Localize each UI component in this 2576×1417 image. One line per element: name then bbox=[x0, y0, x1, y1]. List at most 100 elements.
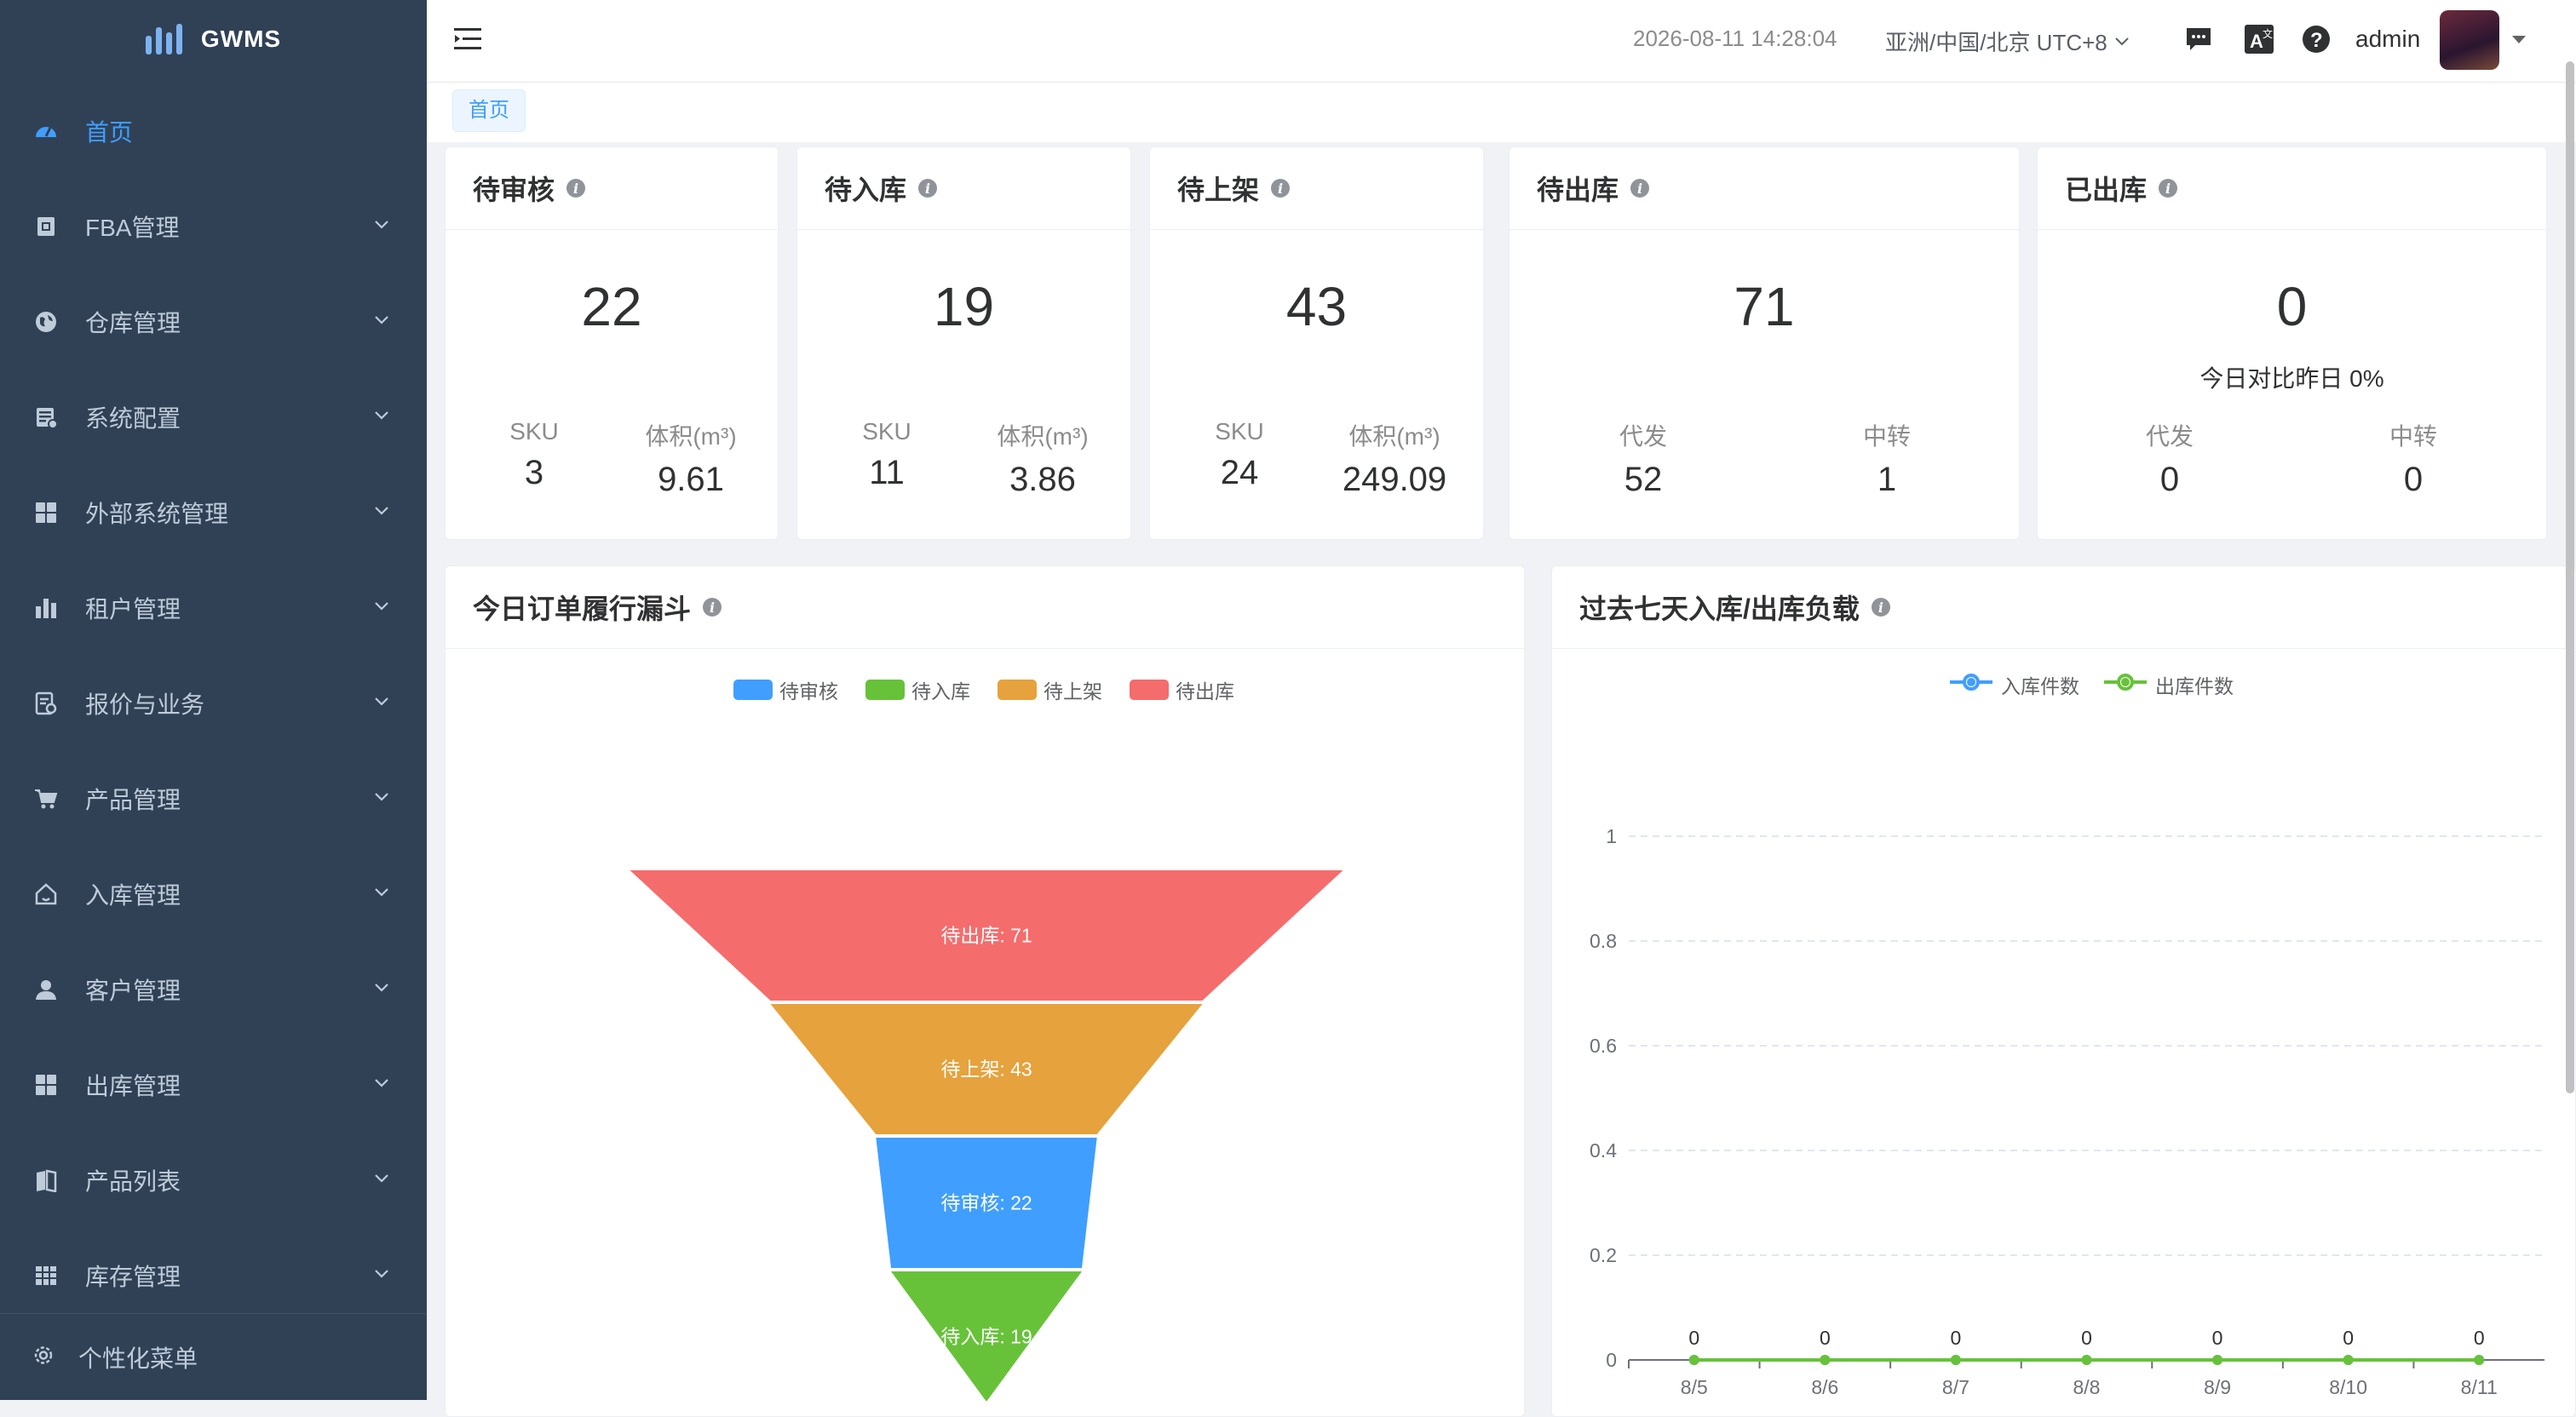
data-point[interactable] bbox=[2212, 1355, 2223, 1365]
tag-home[interactable]: 首页 bbox=[452, 89, 526, 132]
load-line-chart: 0 0.2 0.4 0.6 0.8 1 8/5 8/6 8/7 8/8 8/9 8/10 8/11 0 0 0… bbox=[1590, 825, 2544, 1398]
chevron-down-icon bbox=[374, 791, 389, 806]
sidebar-item[interactable]: 入库管理 bbox=[0, 846, 427, 942]
avatar[interactable] bbox=[2440, 10, 2499, 70]
sidebar-item-label: 产品管理 bbox=[85, 787, 181, 813]
stat-card-header: 待入库 i bbox=[797, 147, 1130, 230]
stat-card-title: 待审核 bbox=[473, 175, 555, 205]
data-point[interactable] bbox=[2081, 1355, 2092, 1365]
stat-card-value: 0 bbox=[2276, 276, 2308, 337]
translate-icon[interactable]: A文 bbox=[2244, 24, 2274, 54]
chevron-down-icon bbox=[374, 886, 389, 902]
sidebar-item[interactable]: 库存管理 bbox=[0, 1228, 427, 1323]
sidebar-item-label: 客户管理 bbox=[85, 978, 181, 1004]
info-icon[interactable]: i bbox=[2159, 179, 2178, 198]
data-point[interactable] bbox=[1820, 1355, 1831, 1365]
data-label: 0 bbox=[2212, 1327, 2223, 1349]
user-icon bbox=[32, 976, 60, 1003]
sidebar-item[interactable]: 客户管理 bbox=[0, 942, 427, 1037]
stat-card-value: 19 bbox=[933, 276, 995, 337]
sidebar-item[interactable]: 产品列表 bbox=[0, 1133, 427, 1228]
chevron-down-icon bbox=[374, 1173, 389, 1188]
sidebar-item-label: 首页 bbox=[85, 119, 134, 146]
x-tick-label: 8/5 bbox=[1681, 1376, 1708, 1398]
info-icon[interactable]: i bbox=[918, 179, 938, 198]
stat-item-label: 中转 bbox=[2389, 423, 2437, 450]
stat-item: SKU 3 bbox=[449, 418, 619, 492]
info-icon[interactable]: i bbox=[1871, 598, 1890, 617]
stat-item: 体积(m³) 9.61 bbox=[606, 418, 776, 499]
message-icon[interactable] bbox=[2183, 24, 2214, 54]
home-icon bbox=[32, 881, 60, 908]
load-chart-header: 过去七天入库/出库负载 i bbox=[1552, 566, 2575, 649]
data-point[interactable] bbox=[2474, 1355, 2485, 1365]
sidebar-item[interactable]: 首页 bbox=[0, 83, 427, 179]
stat-card-title: 待上架 bbox=[1177, 175, 1260, 205]
stat-item-label: 体积(m³) bbox=[645, 423, 737, 450]
stat-item-value: 24 bbox=[1220, 454, 1259, 491]
app-logo[interactable]: GWMS bbox=[0, 0, 427, 78]
info-icon[interactable]: i bbox=[1271, 179, 1291, 198]
data-label: 0 bbox=[1820, 1327, 1831, 1349]
username[interactable]: admin bbox=[2355, 26, 2420, 53]
sidebar: GWMS 首页 FBA管理仓库管理 系统配置外部系统管理租户管理报价与业务产品管理入… bbox=[0, 0, 427, 1400]
svg-text:?: ? bbox=[2310, 29, 2323, 52]
load-chart-title: 过去七天入库/出库负载 bbox=[1579, 594, 1860, 624]
chevron-down-icon bbox=[374, 1268, 389, 1283]
stat-card-header: 待审核 i bbox=[446, 147, 778, 230]
sidebar-item-label: 入库管理 bbox=[85, 882, 181, 909]
stat-item-value: 1 bbox=[1877, 461, 1897, 498]
hamburger-icon[interactable] bbox=[454, 26, 483, 56]
stat-card-header: 已出库 i bbox=[2038, 147, 2546, 230]
stat-item-value: 11 bbox=[869, 454, 905, 491]
quote-icon bbox=[32, 690, 60, 717]
sidebar-item[interactable]: 租户管理 bbox=[0, 560, 427, 656]
bar-chart-icon bbox=[32, 594, 60, 622]
stat-item-value: 0 bbox=[2403, 461, 2424, 498]
data-point[interactable] bbox=[1950, 1355, 1961, 1365]
chevron-down-icon bbox=[374, 314, 389, 330]
chevron-down-icon bbox=[374, 696, 389, 711]
data-label: 0 bbox=[2081, 1327, 2092, 1349]
stat-item-label: SKU bbox=[862, 418, 911, 445]
sidebar-item-label: FBA管理 bbox=[85, 215, 180, 241]
stat-item-label: 代发 bbox=[1619, 423, 1667, 450]
data-point[interactable] bbox=[2343, 1355, 2354, 1365]
page-scrollbar[interactable] bbox=[2566, 61, 2574, 1093]
x-tick-label: 8/10 bbox=[2329, 1376, 2367, 1398]
sidebar-item[interactable]: 系统配置 bbox=[0, 370, 427, 465]
timezone-select[interactable]: 亚洲/中国/北京 UTC+8 bbox=[1885, 26, 2130, 57]
info-icon[interactable]: i bbox=[1630, 179, 1650, 198]
app-name: GWMS bbox=[200, 26, 282, 52]
sidebar-item[interactable]: 产品管理 bbox=[0, 751, 427, 846]
sidebar-item[interactable]: 外部系统管理 bbox=[0, 465, 427, 560]
y-tick-label: 1 bbox=[1606, 825, 1617, 847]
help-icon[interactable]: ? bbox=[2301, 24, 2332, 54]
sidebar-item[interactable]: FBA管理 bbox=[0, 179, 427, 274]
funnel-chart-header: 今日订单履行漏斗 i bbox=[446, 566, 1524, 649]
load-chart-card: 过去七天入库/出库负载 i 入库件数 出库件数 0 0.2 0.4 0.6 0.8 1 8/5… bbox=[1551, 565, 2576, 1417]
stat-item: 代发 52 bbox=[1558, 418, 1728, 499]
personalize-menu-item[interactable]: 个性化菜单 bbox=[0, 1313, 427, 1401]
funnel-chart-card: 今日订单履行漏斗 i 待审核 待入库 待上架 待出库 待出库: 71 待上架: 43 待审… bbox=[445, 565, 1525, 1417]
y-tick-label: 0.2 bbox=[1590, 1244, 1617, 1266]
gear-icon bbox=[32, 1345, 55, 1371]
y-tick-label: 0.8 bbox=[1590, 930, 1617, 952]
stat-card: 已出库 i 0 今日对比昨日 0% 代发 0 中转 0 bbox=[2037, 146, 2547, 540]
stat-item-value: 3 bbox=[524, 454, 544, 491]
sidebar-item-label: 报价与业务 bbox=[85, 691, 205, 718]
sidebar-item[interactable]: 报价与业务 bbox=[0, 656, 427, 751]
table-icon bbox=[32, 1262, 60, 1289]
stat-item: 代发 0 bbox=[2084, 418, 2255, 499]
sidebar-item[interactable]: 仓库管理 bbox=[0, 274, 427, 370]
info-icon[interactable]: i bbox=[566, 179, 586, 198]
data-label: 0 bbox=[2474, 1327, 2485, 1349]
stat-item-value: 249.09 bbox=[1342, 461, 1447, 498]
sidebar-item[interactable]: 出库管理 bbox=[0, 1037, 427, 1133]
info-icon[interactable]: i bbox=[703, 598, 722, 617]
data-point[interactable] bbox=[1688, 1355, 1699, 1365]
caret-down-icon[interactable] bbox=[2512, 36, 2526, 43]
stat-item: 体积(m³) 3.86 bbox=[957, 418, 1128, 499]
sidebar-item-label: 外部系统管理 bbox=[85, 501, 229, 527]
stat-item-label: 代发 bbox=[2145, 423, 2194, 450]
